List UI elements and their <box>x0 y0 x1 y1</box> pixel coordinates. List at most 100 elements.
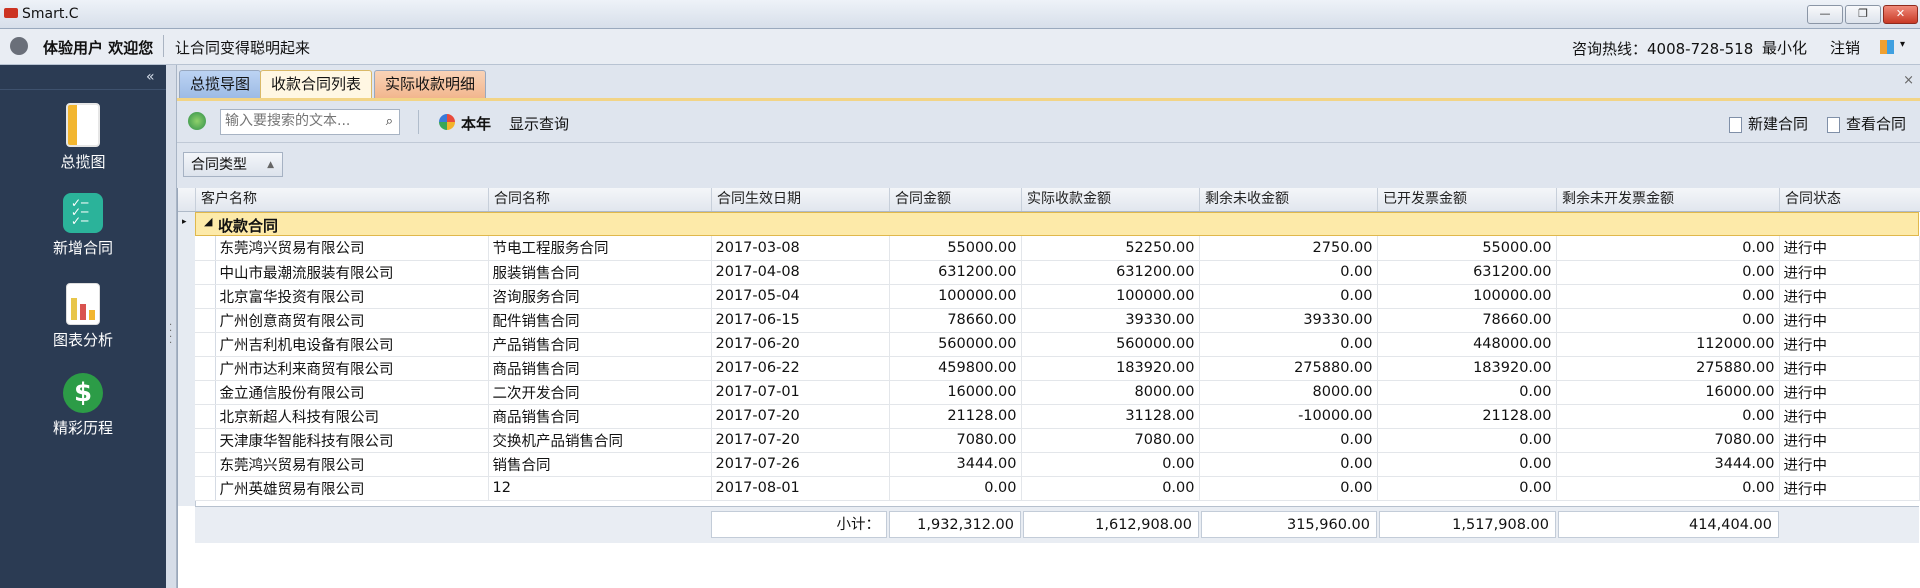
search-icon[interactable]: ⌕ <box>386 114 393 129</box>
close-window-button[interactable]: ✕ <box>1883 5 1918 24</box>
cell-remaining-amount[interactable]: 0.00 <box>1199 476 1378 501</box>
cell-invoiced-amount[interactable]: 448000.00 <box>1377 332 1557 357</box>
cell-customer-name[interactable]: 北京富华投资有限公司 <box>215 284 489 309</box>
cell-received-amount[interactable]: 100000.00 <box>1021 284 1200 309</box>
cell-effective-date[interactable]: 2017-07-20 <box>711 428 890 453</box>
cell-contract-status[interactable]: 进行中 <box>1779 476 1920 501</box>
table-row[interactable]: 东莞鸿兴贸易有限公司 销售合同 2017-07-26 3444.00 0.00 0.00 0… <box>195 452 1920 477</box>
cell-contract-status[interactable]: 进行中 <box>1779 236 1920 261</box>
cell-invoiced-amount[interactable]: 0.00 <box>1377 428 1557 453</box>
cell-uninvoiced-amount[interactable]: 0.00 <box>1556 308 1780 333</box>
cell-uninvoiced-amount[interactable]: 112000.00 <box>1556 332 1780 357</box>
cell-contract-amount[interactable]: 631200.00 <box>889 260 1022 285</box>
column-header-uninvoiced-amount[interactable]: 剩余未开发票金额 <box>1556 188 1779 211</box>
cell-contract-name[interactable]: 节电工程服务合同 <box>488 236 712 261</box>
new-contract-button[interactable]: 新建合同 <box>1729 113 1808 134</box>
cell-received-amount[interactable]: 631200.00 <box>1021 260 1200 285</box>
sort-ascending-icon[interactable]: ▲ <box>267 153 274 177</box>
cell-invoiced-amount[interactable]: 0.00 <box>1377 452 1557 477</box>
cell-contract-amount[interactable]: 78660.00 <box>889 308 1022 333</box>
cell-contract-amount[interactable]: 21128.00 <box>889 404 1022 429</box>
column-header-contract-amount[interactable]: 合同金额 <box>889 188 1021 211</box>
cell-contract-amount[interactable]: 7080.00 <box>889 428 1022 453</box>
cell-contract-status[interactable]: 进行中 <box>1779 404 1920 429</box>
cell-contract-name[interactable]: 咨询服务合同 <box>488 284 712 309</box>
panel-splitter[interactable]: · · · · <box>166 65 177 588</box>
cell-uninvoiced-amount[interactable]: 3444.00 <box>1556 452 1780 477</box>
table-row[interactable]: 广州英雄贸易有限公司 12 2017-08-01 0.00 0.00 0.00 0.00 0.… <box>195 476 1920 501</box>
cell-remaining-amount[interactable]: -10000.00 <box>1199 404 1378 429</box>
cell-effective-date[interactable]: 2017-06-22 <box>711 356 890 381</box>
logout-link[interactable]: 注销 <box>1830 37 1860 58</box>
cell-contract-status[interactable]: 进行中 <box>1779 308 1920 333</box>
expand-collapse-icon[interactable]: ◢ <box>204 215 212 228</box>
cell-contract-name[interactable]: 产品销售合同 <box>488 332 712 357</box>
table-row[interactable]: 广州吉利机电设备有限公司 产品销售合同 2017-06-20 560000.00 560… <box>195 332 1920 357</box>
table-row[interactable]: 东莞鸿兴贸易有限公司 节电工程服务合同 2017-03-08 55000.00 5225… <box>195 236 1920 261</box>
cell-remaining-amount[interactable]: 0.00 <box>1199 260 1378 285</box>
cell-effective-date[interactable]: 2017-07-20 <box>711 404 890 429</box>
table-row[interactable]: 中山市最潮流服装有限公司 服装销售合同 2017-04-08 631200.00 631… <box>195 260 1920 285</box>
cell-remaining-amount[interactable]: 8000.00 <box>1199 380 1378 405</box>
tab-actual-receipt-detail[interactable]: 实际收款明细 <box>374 70 487 98</box>
minimize-window-button[interactable]: — <box>1807 5 1843 24</box>
table-row[interactable]: 广州创意商贸有限公司 配件销售合同 2017-06-15 78660.00 39330.… <box>195 308 1920 333</box>
cell-received-amount[interactable]: 560000.00 <box>1021 332 1200 357</box>
cell-contract-status[interactable]: 进行中 <box>1779 428 1920 453</box>
column-header-remaining-amount[interactable]: 剩余未收金额 <box>1199 188 1377 211</box>
cell-invoiced-amount[interactable]: 78660.00 <box>1377 308 1557 333</box>
cell-customer-name[interactable]: 天津康华智能科技有限公司 <box>215 428 489 453</box>
cell-customer-name[interactable]: 北京新超人科技有限公司 <box>215 404 489 429</box>
cell-contract-name[interactable]: 销售合同 <box>488 452 712 477</box>
cell-customer-name[interactable]: 东莞鸿兴贸易有限公司 <box>215 452 489 477</box>
search-input[interactable] <box>221 110 379 132</box>
theme-icon[interactable] <box>1880 40 1894 54</box>
cell-contract-amount[interactable]: 459800.00 <box>889 356 1022 381</box>
chevron-down-icon[interactable]: ▾ <box>1900 39 1905 50</box>
cell-contract-amount[interactable]: 55000.00 <box>889 236 1022 261</box>
cell-received-amount[interactable]: 39330.00 <box>1021 308 1200 333</box>
cell-contract-status[interactable]: 进行中 <box>1779 356 1920 381</box>
cell-received-amount[interactable]: 183920.00 <box>1021 356 1200 381</box>
cell-remaining-amount[interactable]: 0.00 <box>1199 428 1378 453</box>
cell-remaining-amount[interactable]: 0.00 <box>1199 332 1378 357</box>
cell-effective-date[interactable]: 2017-06-20 <box>711 332 890 357</box>
minimize-link[interactable]: 最小化 <box>1762 37 1807 58</box>
table-row[interactable]: 天津康华智能科技有限公司 交换机产品销售合同 2017-07-20 7080.00 70… <box>195 428 1920 453</box>
cell-contract-status[interactable]: 进行中 <box>1779 260 1920 285</box>
column-header-invoiced-amount[interactable]: 已开发票金额 <box>1377 188 1556 211</box>
cell-uninvoiced-amount[interactable]: 0.00 <box>1556 260 1780 285</box>
cell-remaining-amount[interactable]: 39330.00 <box>1199 308 1378 333</box>
cell-effective-date[interactable]: 2017-06-15 <box>711 308 890 333</box>
cell-invoiced-amount[interactable]: 183920.00 <box>1377 356 1557 381</box>
table-row[interactable]: 广州市达利来商贸有限公司 商品销售合同 2017-06-22 459800.00 183… <box>195 356 1920 381</box>
table-row[interactable]: 北京富华投资有限公司 咨询服务合同 2017-05-04 100000.00 10000… <box>195 284 1920 309</box>
cell-remaining-amount[interactable]: 2750.00 <box>1199 236 1378 261</box>
tab-receivable-contract-list[interactable]: 收款合同列表 <box>260 70 373 98</box>
cell-contract-amount[interactable]: 0.00 <box>889 476 1022 501</box>
cell-customer-name[interactable]: 广州市达利来商贸有限公司 <box>215 356 489 381</box>
cell-uninvoiced-amount[interactable]: 0.00 <box>1556 476 1780 501</box>
column-header-received-amount[interactable]: 实际收款金额 <box>1021 188 1199 211</box>
cell-invoiced-amount[interactable]: 55000.00 <box>1377 236 1557 261</box>
refresh-icon[interactable] <box>188 112 206 130</box>
cell-received-amount[interactable]: 7080.00 <box>1021 428 1200 453</box>
year-filter-button[interactable]: 本年 <box>461 113 491 134</box>
group-by-contract-type[interactable]: 合同类型 ▲ <box>183 152 283 177</box>
sidebar-item-overview[interactable]: 总揽图 <box>0 103 166 172</box>
cell-contract-status[interactable]: 进行中 <box>1779 284 1920 309</box>
cell-contract-status[interactable]: 进行中 <box>1779 332 1920 357</box>
view-contract-button[interactable]: 查看合同 <box>1827 113 1906 134</box>
column-header-status[interactable]: 合同状态 <box>1779 188 1920 211</box>
collapse-sidebar-icon[interactable]: « <box>146 69 155 85</box>
cell-effective-date[interactable]: 2017-04-08 <box>711 260 890 285</box>
cell-contract-name[interactable]: 12 <box>488 476 712 501</box>
table-row[interactable]: 北京新超人科技有限公司 商品销售合同 2017-07-20 21128.00 31128… <box>195 404 1920 429</box>
cell-effective-date[interactable]: 2017-03-08 <box>711 236 890 261</box>
close-tab-icon[interactable]: × <box>1903 73 1914 88</box>
show-query-button[interactable]: 显示查询 <box>509 113 569 134</box>
cell-effective-date[interactable]: 2017-08-01 <box>711 476 890 501</box>
cell-received-amount[interactable]: 0.00 <box>1021 476 1200 501</box>
cell-received-amount[interactable]: 31128.00 <box>1021 404 1200 429</box>
cell-contract-name[interactable]: 商品销售合同 <box>488 404 712 429</box>
